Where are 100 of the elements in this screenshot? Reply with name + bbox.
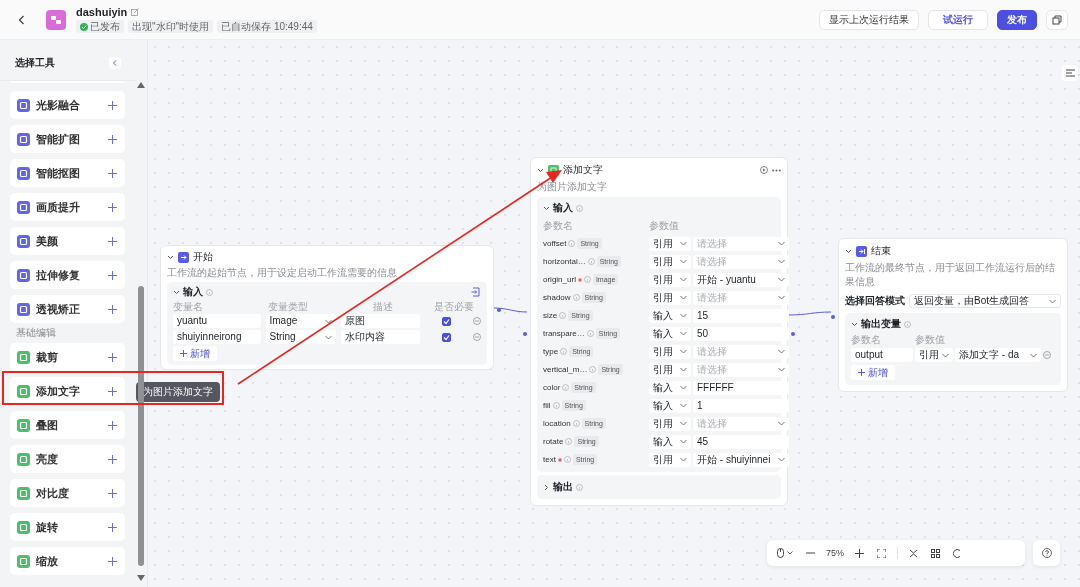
tool-item[interactable]: 旋转 <box>10 513 125 541</box>
tool-item[interactable]: 透视矫正 <box>10 295 125 323</box>
help-button[interactable] <box>1033 540 1060 566</box>
name-field[interactable]: output <box>851 348 913 362</box>
fit-view-button[interactable] <box>875 546 888 560</box>
add-icon[interactable] <box>108 488 117 498</box>
source-select[interactable]: 引用 <box>649 452 691 467</box>
value-field[interactable]: 50 <box>693 326 789 341</box>
tool-item[interactable]: 光影融合 <box>10 91 125 119</box>
source-select[interactable]: 引用 <box>649 362 691 377</box>
add-button[interactable]: 新增 <box>851 365 895 380</box>
source-select[interactable]: 引用 <box>649 290 691 305</box>
panel-button[interactable] <box>1062 65 1078 81</box>
scroll-down-icon[interactable] <box>137 575 145 581</box>
add-icon[interactable] <box>108 270 117 280</box>
toolbar-button[interactable]: 显示上次运行结果 <box>819 9 919 30</box>
type-select[interactable]: String <box>265 330 336 344</box>
required-checkbox[interactable] <box>442 316 452 326</box>
tool-item[interactable]: 智能抠图 <box>10 159 125 187</box>
add-icon[interactable] <box>108 386 117 396</box>
tool-label: 亮度 <box>36 451 58 467</box>
toolbar-button[interactable]: 试运行 <box>928 9 988 30</box>
tool-item[interactable]: 对比度 <box>10 479 125 507</box>
mode-select[interactable]: 返回变量，由Bot生成回答 <box>909 294 1061 308</box>
source-select[interactable]: 引用 <box>649 344 691 359</box>
add-icon[interactable] <box>108 556 117 566</box>
more-icon[interactable] <box>772 168 781 172</box>
pointer-mode-button[interactable] <box>775 546 795 560</box>
add-icon[interactable] <box>108 352 117 362</box>
edit-icon[interactable] <box>131 8 140 16</box>
value-field[interactable]: FFFFFF <box>693 380 789 395</box>
zoom-out-button[interactable] <box>804 550 817 556</box>
input-port[interactable] <box>523 331 527 336</box>
source-select[interactable]: 引用 <box>649 236 691 251</box>
description-field[interactable]: 原图 <box>340 314 421 328</box>
add-icon[interactable] <box>108 454 117 464</box>
tool-item[interactable]: 智能扩图 <box>10 125 125 153</box>
window-button[interactable] <box>1046 9 1068 30</box>
scrollbar-thumb[interactable] <box>138 286 144 566</box>
tool-item[interactable]: 缩放 <box>10 547 125 575</box>
source-select[interactable]: 输入 <box>649 434 691 449</box>
output-port[interactable] <box>497 307 501 312</box>
source-select[interactable]: 引用 <box>915 348 953 362</box>
add-icon[interactable] <box>108 134 117 144</box>
scroll-up-icon[interactable] <box>137 82 145 88</box>
column-header: 参数值 <box>915 334 945 345</box>
tool-item[interactable]: 裁剪 <box>10 343 125 371</box>
tool-label: 添加文字 <box>36 383 80 399</box>
name-field[interactable]: yuantu <box>173 314 261 328</box>
type-select[interactable]: Image <box>265 314 336 328</box>
required-checkbox[interactable] <box>442 332 452 342</box>
chevron-icon <box>680 259 687 264</box>
param-name: color <box>543 383 561 392</box>
info-icon <box>565 438 573 445</box>
name-field[interactable]: shuiyinneirong <box>173 330 261 344</box>
add-icon[interactable] <box>108 202 117 212</box>
value-select[interactable]: 添加文字 - da <box>955 348 1041 362</box>
value-field[interactable]: 45 <box>693 434 789 449</box>
source-select[interactable]: 输入 <box>649 398 691 413</box>
description-field[interactable]: 水印内容 <box>340 330 421 344</box>
value-field[interactable]: 15 <box>693 308 789 323</box>
source-select[interactable]: 输入 <box>649 326 691 341</box>
chevron-icon <box>778 295 785 300</box>
chevron-icon <box>680 403 687 408</box>
add-icon[interactable] <box>108 420 117 430</box>
start-icon <box>178 251 189 263</box>
tool-item[interactable]: 叠图 <box>10 411 125 439</box>
tool-label: 缩放 <box>36 553 58 569</box>
value-select[interactable]: 开始 - yuantu <box>693 272 789 287</box>
add-icon[interactable] <box>108 100 117 110</box>
run-icon[interactable] <box>760 166 768 174</box>
chevron-icon <box>778 457 785 462</box>
toolbar-button[interactable]: 发布 <box>997 9 1037 30</box>
add-icon[interactable] <box>108 304 117 314</box>
input-port[interactable] <box>831 315 835 319</box>
add-icon[interactable] <box>108 168 117 178</box>
source-select[interactable]: 输入 <box>649 380 691 395</box>
tool-item[interactable]: 拉伸修复 <box>10 261 125 289</box>
chevron-icon <box>778 259 785 264</box>
value-select[interactable]: 开始 - shuiyinnei <box>693 452 789 467</box>
value-field[interactable]: 1 <box>693 398 789 413</box>
expand-icon[interactable] <box>543 483 550 491</box>
add-icon[interactable] <box>108 522 117 532</box>
tool-item[interactable]: 美颜 <box>10 227 125 255</box>
tool-item[interactable]: 画质提升 <box>10 193 125 221</box>
tool-label: 裁剪 <box>36 349 58 365</box>
source-select[interactable]: 引用 <box>649 272 691 287</box>
column-header: 变量类型 <box>268 301 309 312</box>
source-select[interactable]: 输入 <box>649 308 691 323</box>
import-icon[interactable] <box>471 287 481 297</box>
add-button[interactable]: 新增 <box>173 346 217 361</box>
add-icon[interactable] <box>108 236 117 246</box>
layout-button[interactable] <box>929 546 942 560</box>
help-icon <box>1041 548 1052 558</box>
zoom-in-button[interactable] <box>853 546 866 560</box>
output-port[interactable] <box>791 331 795 336</box>
tool-item[interactable]: 亮度 <box>10 445 125 473</box>
source-select[interactable]: 引用 <box>649 416 691 431</box>
chevron-icon <box>680 439 687 444</box>
source-select[interactable]: 引用 <box>649 254 691 269</box>
